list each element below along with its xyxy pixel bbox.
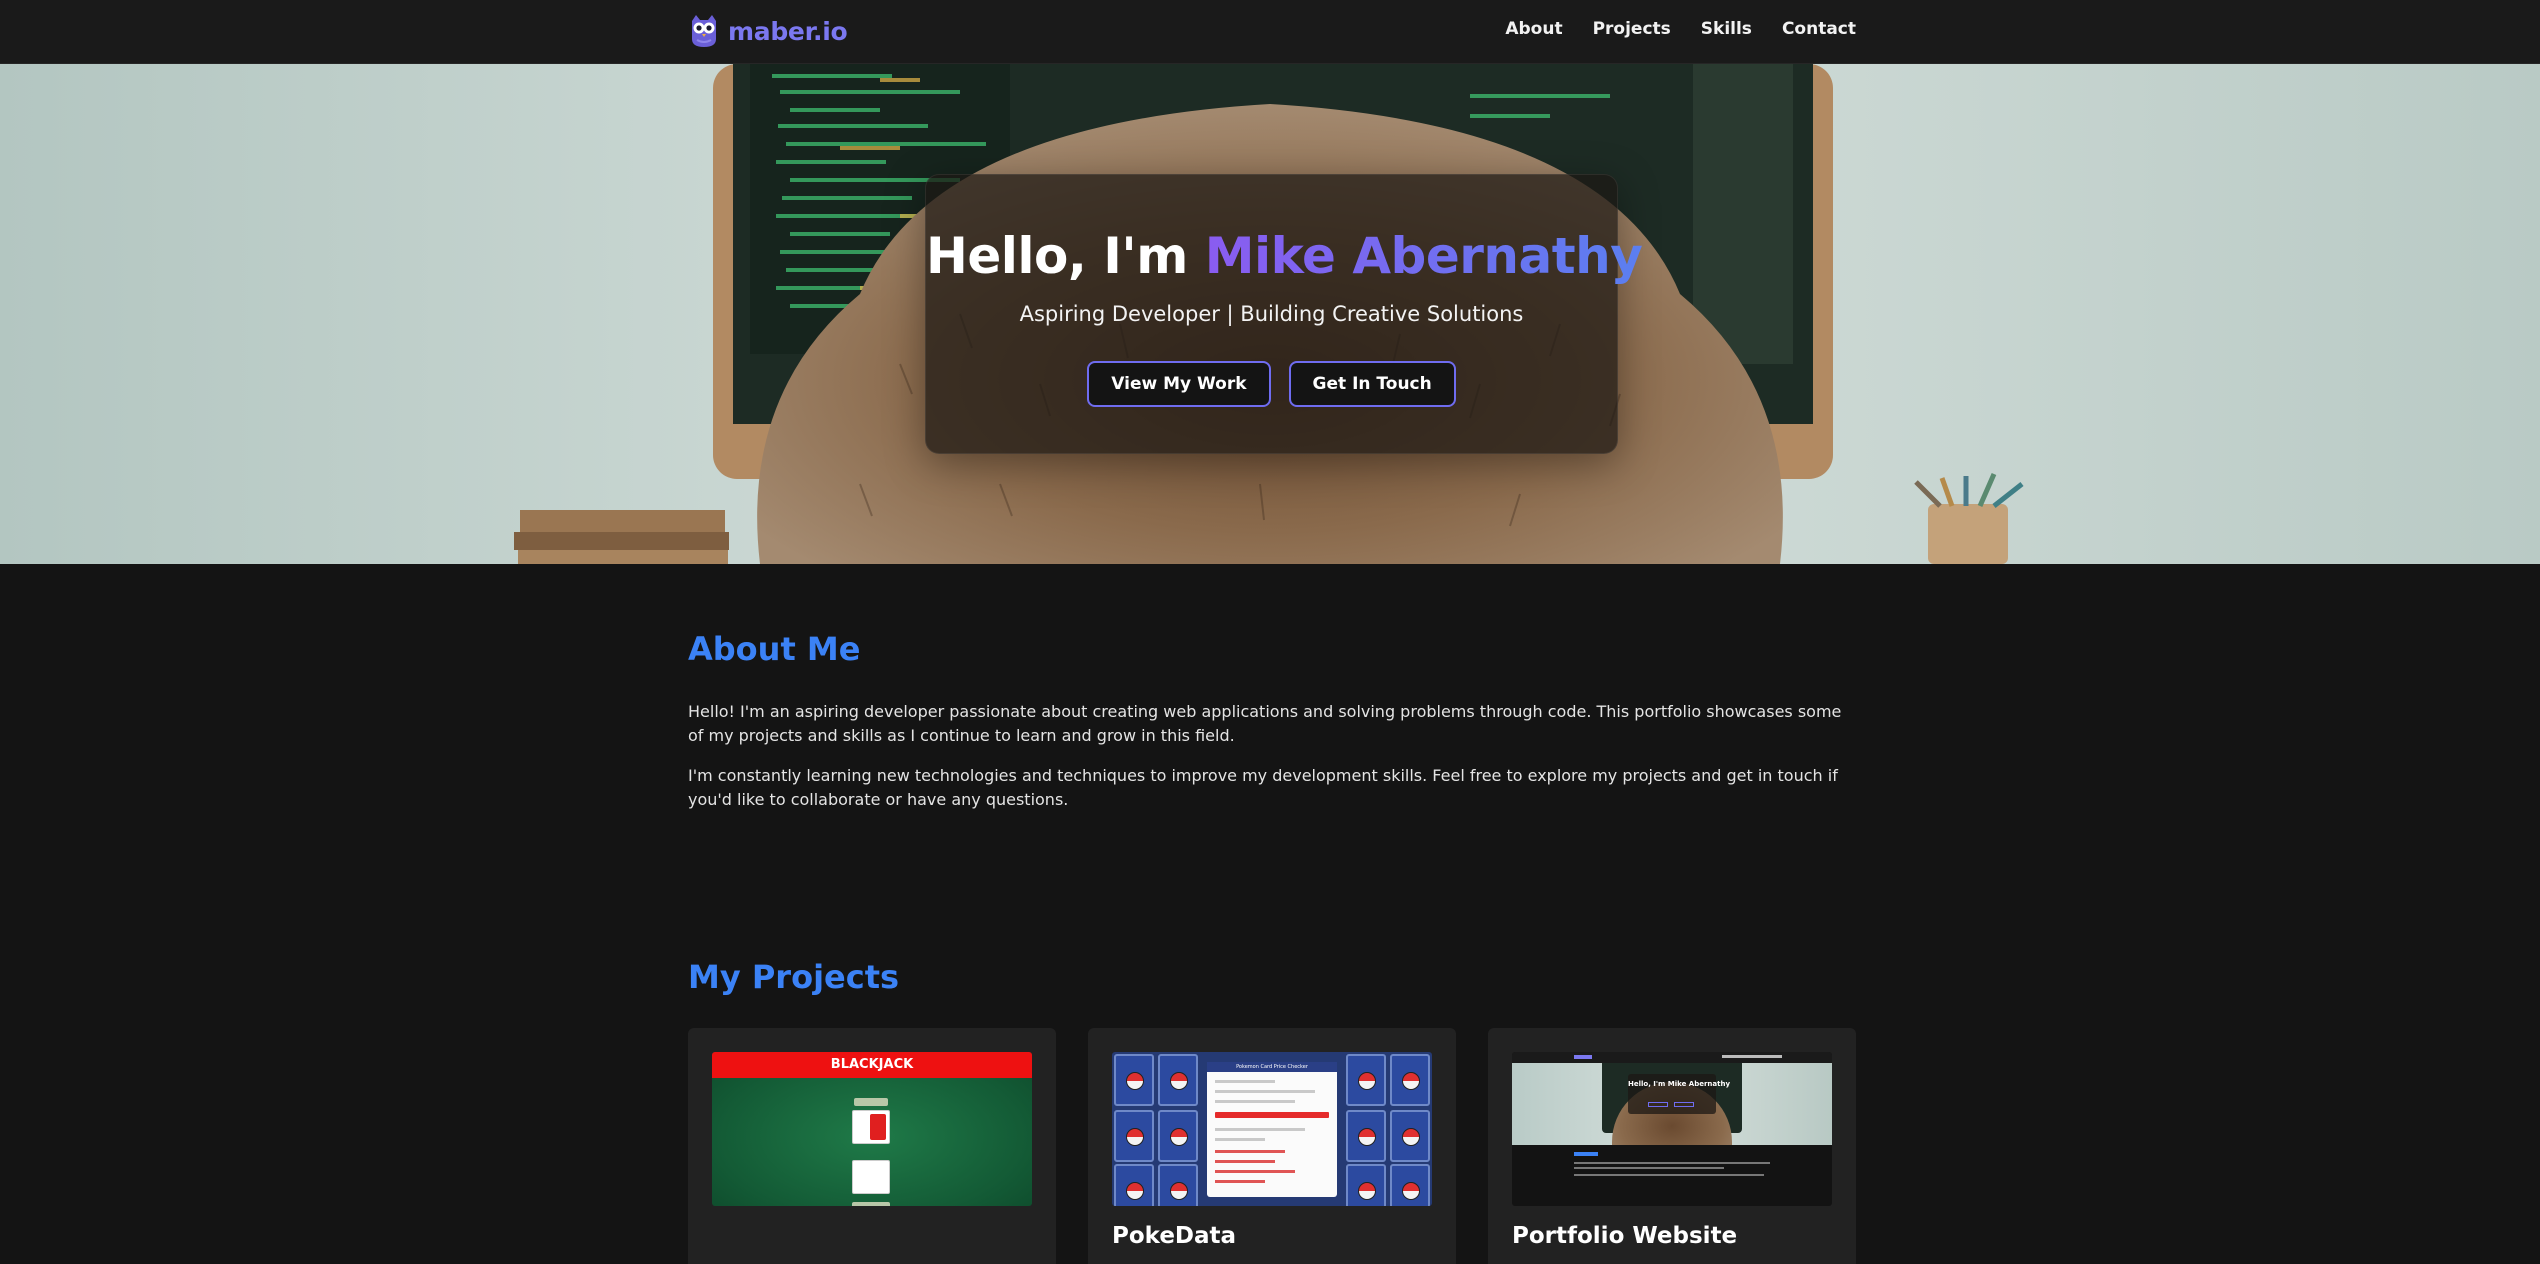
- portfolio-thumbnail: Hello, I'm Mike Abernathy: [1512, 1052, 1832, 1206]
- view-my-work-button[interactable]: View My Work: [1087, 361, 1271, 407]
- hero-section: Hello, I'm Mike Abernathy Aspiring Devel…: [0, 64, 2540, 564]
- top-navbar: maber.io About Projects Skills Contact: [0, 0, 2540, 64]
- project-title: PokeData: [1112, 1223, 1237, 1249]
- hero-card: Hello, I'm Mike Abernathy Aspiring Devel…: [925, 174, 1643, 454]
- hero-subtitle: Aspiring Developer | Building Creative S…: [1019, 302, 1524, 326]
- player-label-chip: [852, 1202, 890, 1206]
- about-heading: About Me: [688, 630, 861, 668]
- blackjack-thumbnail: BLACKJACK: [712, 1052, 1032, 1206]
- owl-logo-icon: [692, 15, 716, 47]
- hero-heading: Hello, I'm Mike Abernathy: [926, 227, 1643, 285]
- projects-heading: My Projects: [688, 958, 900, 996]
- project-card-portfolio[interactable]: Hello, I'm Mike Abernathy Portfolio Webs…: [1488, 1028, 1856, 1264]
- project-card-blackjack[interactable]: BLACKJACK: [688, 1028, 1056, 1264]
- brand-link[interactable]: maber.io: [688, 13, 848, 49]
- nav-link-contact[interactable]: Contact: [1782, 19, 1856, 39]
- hero-buttons: View My Work Get In Touch: [926, 361, 1617, 407]
- get-in-touch-button[interactable]: Get In Touch: [1288, 361, 1456, 407]
- pokedata-thumbnail: Pokemon Card Price Checker: [1112, 1052, 1432, 1206]
- dealer-card: [852, 1110, 890, 1144]
- pokedata-modal-thumb: Pokemon Card Price Checker: [1207, 1062, 1337, 1197]
- nav-link-projects[interactable]: Projects: [1593, 19, 1671, 39]
- hero-name: Mike Abernathy: [1204, 227, 1643, 285]
- nav-links: About Projects Skills Contact: [1505, 19, 1856, 39]
- about-paragraph-2: I'm constantly learning new technologies…: [688, 766, 1838, 809]
- nav-link-about[interactable]: About: [1505, 19, 1562, 39]
- about-paragraph-1: Hello! I'm an aspiring developer passion…: [688, 702, 1842, 745]
- nav-link-skills[interactable]: Skills: [1701, 19, 1752, 39]
- project-card-pokedata[interactable]: Pokemon Card Price Checker PokeData: [1088, 1028, 1456, 1264]
- blackjack-thumb-title: BLACKJACK: [712, 1052, 1032, 1078]
- brand-name: maber.io: [728, 16, 848, 46]
- player-card: [852, 1160, 890, 1194]
- hero-greeting: Hello, I'm: [926, 227, 1205, 285]
- project-title: Portfolio Website: [1512, 1223, 1738, 1249]
- dealer-label-chip: [854, 1098, 888, 1106]
